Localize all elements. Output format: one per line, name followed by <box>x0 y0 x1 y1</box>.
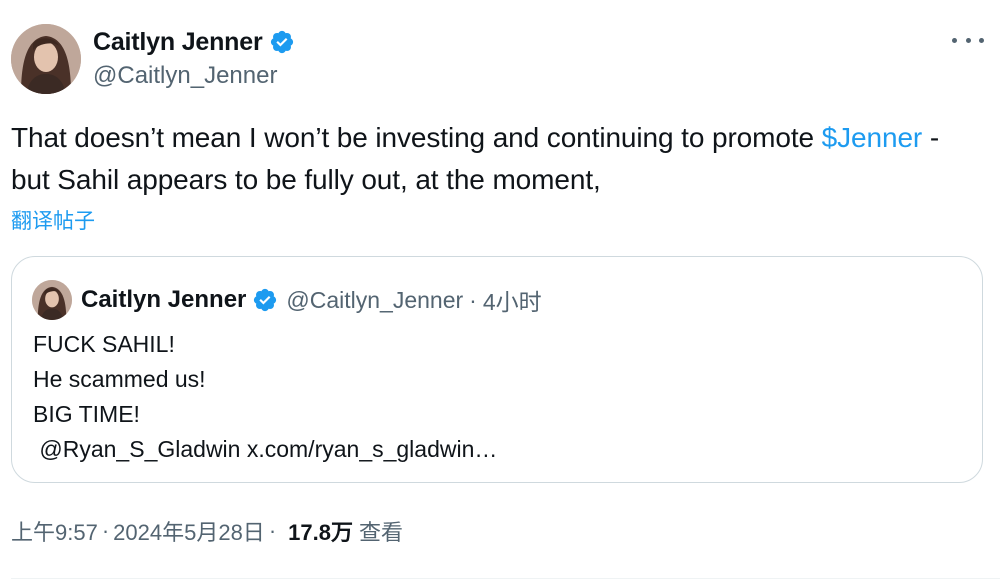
quote-header: Caitlyn Jenner @Caitlyn_Jenner · 4小时 <box>32 279 542 321</box>
meta-separator: · <box>268 518 277 543</box>
tweet-text-before: That doesn’t mean I won’t be investing a… <box>11 122 822 153</box>
quote-body: FUCK SAHIL! He scammed us! BIG TIME! @Ry… <box>33 327 497 467</box>
more-dot <box>965 37 971 43</box>
divider <box>11 578 1000 579</box>
tweet-text: That doesn’t mean I won’t be investing a… <box>11 117 981 201</box>
quote-line-mention-link[interactable]: @Ryan_S_Gladwin x.com/ryan_s_gladwin… <box>33 432 497 467</box>
avatar-image <box>11 24 81 94</box>
meta-separator: · <box>101 518 110 543</box>
quote-separator: · <box>469 286 477 313</box>
author-avatar[interactable] <box>11 24 81 94</box>
cashtag-link[interactable]: $Jenner <box>822 122 923 153</box>
author-handle[interactable]: @Caitlyn_Jenner <box>93 62 295 90</box>
quote-time: 4小时 <box>482 289 542 315</box>
quote-handle: @Caitlyn_Jenner <box>286 286 464 313</box>
quote-line: He scammed us! <box>33 366 206 392</box>
quote-tweet-card[interactable]: Caitlyn Jenner @Caitlyn_Jenner · 4小时 FUC… <box>11 256 983 483</box>
views-label[interactable]: 查看 <box>359 515 403 547</box>
author-info: Caitlyn Jenner @Caitlyn_Jenner <box>93 27 295 90</box>
author-display-name[interactable]: Caitlyn Jenner <box>93 28 263 57</box>
verified-badge-icon <box>269 29 295 55</box>
quote-author-avatar <box>32 280 72 320</box>
more-dot <box>979 37 984 43</box>
tweet-meta: 上午9:57 · 2024年5月28日 · 17.8万 查看 <box>11 515 403 547</box>
tweet-date[interactable]: 2024年5月28日 <box>113 515 265 547</box>
translate-post-link[interactable]: 翻译帖子 <box>11 205 95 235</box>
quote-verified-badge-icon <box>252 287 278 313</box>
more-options-icon[interactable] <box>952 30 984 50</box>
quote-line: FUCK SAHIL! <box>33 331 175 357</box>
tweet-time[interactable]: 上午9:57 <box>11 515 98 547</box>
author-name-row: Caitlyn Jenner <box>93 27 295 57</box>
quote-author-name: Caitlyn Jenner <box>81 286 247 313</box>
quote-avatar-image <box>32 280 72 320</box>
tweet: Caitlyn Jenner @Caitlyn_Jenner That does… <box>0 0 1000 581</box>
views-count[interactable]: 17.8万 <box>288 515 353 547</box>
more-dot <box>952 37 957 43</box>
quote-line: BIG TIME! <box>33 401 140 427</box>
